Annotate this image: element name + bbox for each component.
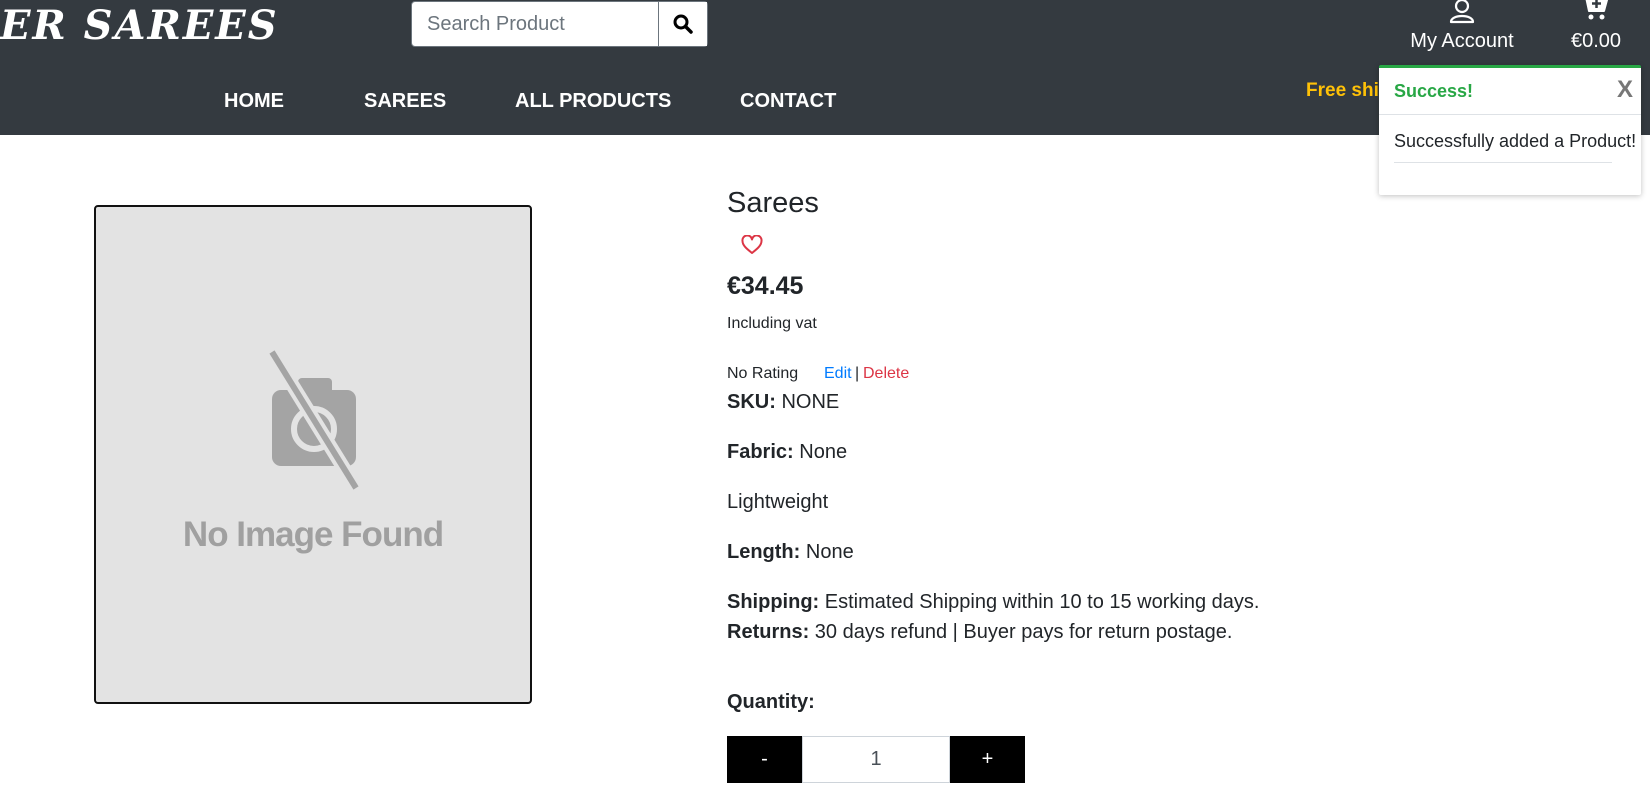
toast-close-button[interactable]: X [1617,76,1633,104]
quantity-label: Quantity: [727,691,815,713]
product-price: €34.45 [727,272,804,300]
returns-value: 30 days refund | Buyer pays for return p… [814,621,1233,643]
toast-divider [1394,162,1612,163]
search-form [411,1,708,47]
nav-all-products[interactable]: ALL PRODUCTS [515,90,671,113]
shipping-label: Shipping: [727,591,820,613]
delete-product-link[interactable]: Delete [863,365,909,383]
site-logo[interactable]: ER SAREES [0,2,279,49]
nav-sarees[interactable]: SAREES [364,90,446,113]
nav-home[interactable]: HOME [224,90,284,113]
sku-label: SKU: [727,391,776,413]
length-value: None [805,541,854,563]
free-shipping-banner: Free shi [1306,80,1379,101]
user-icon [1449,0,1475,24]
toast-title: Success! [1394,81,1474,101]
my-account-link[interactable]: My Account [1372,0,1552,60]
returns-label: Returns: [727,621,810,643]
success-toast: Success! X Successfully added a Product! [1379,65,1641,195]
quantity-input[interactable] [802,736,950,783]
length-row: Length: None [727,541,854,564]
shipping-value: Estimated Shipping within 10 to 15 worki… [824,591,1260,613]
length-label: Length: [727,541,801,563]
cart-total: €0.00 [1570,30,1622,52]
toast-message: Successfully added a Product! [1394,131,1637,151]
nav-contact[interactable]: CONTACT [740,90,836,113]
admin-link-separator: | [855,365,860,382]
product-feature: Lightweight [727,491,829,513]
shipping-row: Shipping: Estimated Shipping within 10 t… [727,591,1259,614]
no-image-camera-icon [268,350,360,490]
increment-quantity-button[interactable]: + [950,736,1025,783]
quantity-stepper: - + [727,736,1025,783]
search-icon [673,14,693,34]
cart-plus-icon [1585,0,1608,20]
wishlist-heart-icon[interactable] [741,235,763,255]
fabric-row: Fabric: None [727,441,847,464]
search-button[interactable] [658,2,707,46]
product-image: No Image Found [94,205,532,704]
search-input[interactable] [412,2,658,46]
sku-row: SKU: NONE [727,391,839,414]
edit-product-link[interactable]: Edit [824,365,852,383]
no-image-text: No Image Found [182,515,444,554]
fabric-label: Fabric: [727,441,794,463]
returns-row: Returns: 30 days refund | Buyer pays for… [727,621,1232,644]
fabric-value: None [799,441,848,463]
decrement-quantity-button[interactable]: - [727,736,802,783]
vat-note: Including vat [727,315,817,332]
product-rating: No Rating [727,365,799,382]
toast-header: Success! X [1379,68,1641,115]
product-name: Sarees [727,187,819,219]
sku-value: NONE [781,391,840,413]
my-account-label: My Account [1410,30,1514,52]
cart-link[interactable]: €0.00 [1560,0,1632,60]
